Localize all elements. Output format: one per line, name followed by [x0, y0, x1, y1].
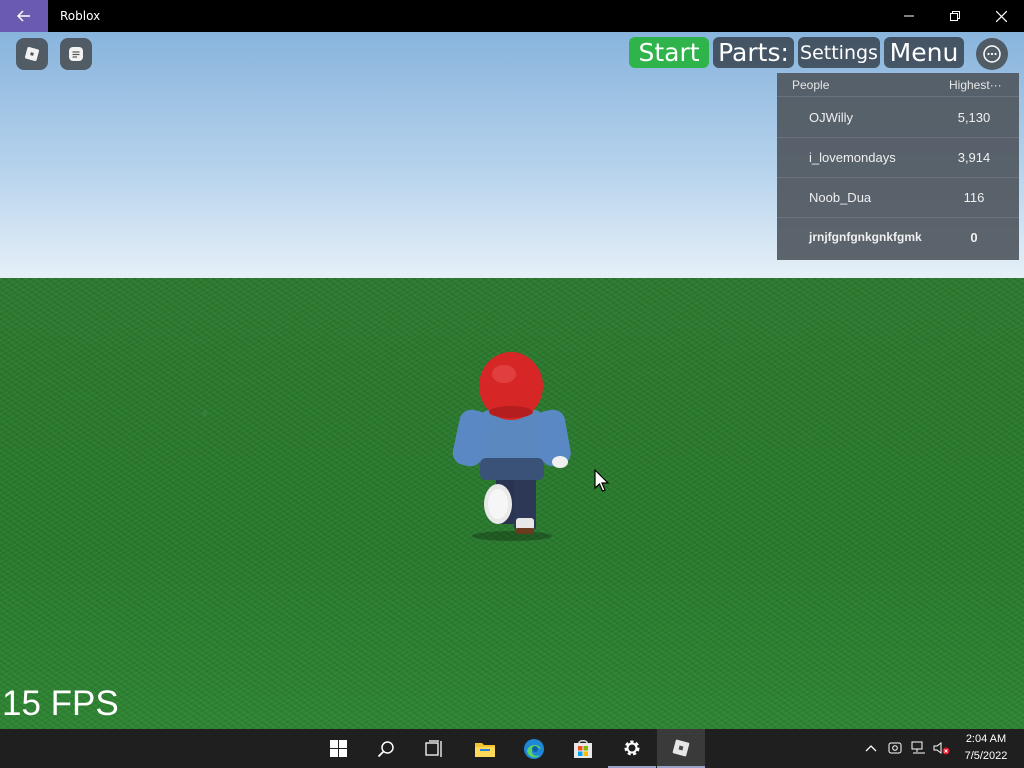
player-name: OJWilly — [809, 110, 854, 125]
back-button[interactable] — [0, 0, 48, 32]
player-name: Noob_Dua — [809, 190, 872, 205]
leaderboard-row[interactable]: OJWilly 5,130 — [777, 97, 1019, 138]
close-icon — [995, 10, 1007, 22]
network-tray-button[interactable] — [910, 739, 928, 757]
network-icon — [911, 741, 925, 754]
task-view-icon — [425, 739, 442, 757]
windows-start-icon — [329, 740, 347, 757]
search-icon — [377, 740, 394, 757]
menu-button[interactable]: Menu — [884, 37, 964, 68]
chat-icon — [69, 47, 83, 61]
player-leaderboard: People Highest··· OJWilly 5,130 i_lovemo… — [777, 73, 1019, 260]
file-explorer-icon — [475, 742, 495, 757]
player-stat: 3,914 — [957, 150, 991, 165]
player-stat: 116 — [963, 190, 985, 205]
title-bar: Roblox — [0, 0, 1024, 32]
chevron-up-icon — [865, 745, 877, 752]
store-icon — [574, 739, 592, 758]
meet-now-tray-button[interactable] — [886, 739, 904, 757]
roblox-icon — [672, 739, 690, 756]
search-button[interactable] — [362, 729, 410, 768]
minimize-icon — [904, 15, 914, 17]
leaderboard-people-header: People — [792, 78, 830, 92]
show-hidden-icons-button[interactable] — [862, 739, 880, 757]
start-button[interactable]: Start — [629, 37, 709, 68]
clock-time: 2:04 AM — [965, 733, 1007, 745]
minimize-button[interactable] — [886, 0, 932, 32]
restore-button[interactable] — [932, 0, 978, 32]
parts-button[interactable]: Parts: — [713, 37, 794, 68]
leaderboard-row-self[interactable]: jrnjfgnfgnkgnkfgmk 0 — [777, 217, 1019, 257]
windows-taskbar: 2:04 AM 7/5/2022 — [0, 729, 1024, 768]
volume-tray-button[interactable] — [933, 739, 951, 757]
leaderboard-stat-header[interactable]: Highest··· — [949, 78, 1002, 92]
game-viewport[interactable]: Start Parts: Settings Menu People Highes… — [0, 32, 1024, 729]
player-stat: 5,130 — [957, 110, 991, 125]
settings-icon — [624, 740, 640, 755]
settings-button[interactable]: Settings — [798, 37, 880, 68]
player-avatar — [452, 352, 571, 541]
player-name: i_lovemondays — [809, 150, 896, 165]
chat-button[interactable] — [60, 38, 92, 70]
start-menu-button[interactable] — [314, 729, 362, 768]
settings-app-button[interactable] — [608, 729, 656, 768]
more-options-button[interactable] — [976, 38, 1008, 70]
player-stat: 0 — [970, 230, 978, 245]
player-name: jrnjfgnfgnkgnkfgmk — [809, 230, 922, 244]
roblox-logo-icon — [24, 46, 40, 62]
microsoft-store-button[interactable] — [559, 729, 607, 768]
fps-counter: 15 FPS — [2, 684, 119, 723]
roblox-app-button[interactable] — [657, 729, 705, 768]
file-explorer-button[interactable] — [461, 729, 509, 768]
edge-icon — [524, 738, 544, 759]
leaderboard-header: People Highest··· — [777, 73, 1019, 97]
close-button[interactable] — [978, 0, 1024, 32]
leaderboard-row[interactable]: Noob_Dua 116 — [777, 177, 1019, 218]
edge-browser-button[interactable] — [510, 729, 558, 768]
back-arrow-icon — [17, 10, 30, 22]
more-options-icon — [983, 45, 1001, 63]
leaderboard-row[interactable]: i_lovemondays 3,914 — [777, 137, 1019, 178]
roblox-menu-button[interactable] — [16, 38, 48, 70]
volume-muted-icon — [933, 742, 950, 755]
mouse-cursor-icon — [594, 469, 610, 492]
restore-icon — [950, 11, 960, 21]
system-clock[interactable]: 2:04 AM 7/5/2022 — [956, 731, 1016, 765]
webcam-icon — [888, 742, 902, 754]
window-title: Roblox — [60, 9, 101, 23]
clock-date: 7/5/2022 — [964, 750, 1008, 762]
task-view-button[interactable] — [410, 729, 458, 768]
